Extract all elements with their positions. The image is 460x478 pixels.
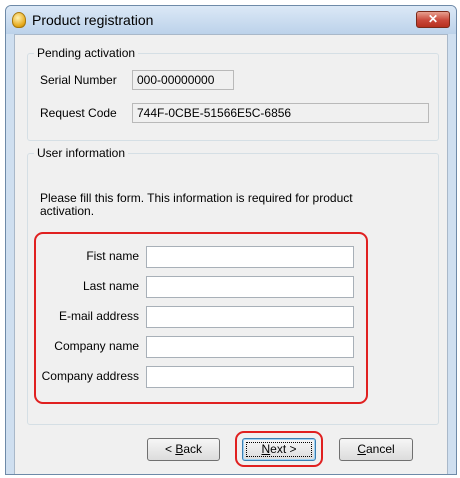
company-name-input[interactable] — [146, 336, 354, 358]
email-label: E-mail address — [58, 309, 139, 323]
next-mnemonic: N — [261, 442, 271, 456]
serial-number-label: Serial Number — [40, 73, 117, 87]
next-rest: ext > — [270, 442, 297, 456]
cancel-rest: ancel — [365, 442, 395, 456]
title-bar[interactable]: Product registration ✕ — [6, 6, 456, 34]
first-name-label: Fist name — [86, 249, 139, 263]
serial-number-value: 000-00000000 — [132, 70, 234, 90]
company-address-label: Company address — [41, 369, 139, 383]
first-name-input[interactable] — [146, 246, 354, 268]
back-rest: ack — [183, 442, 203, 456]
product-registration-window: Product registration ✕ Pending activatio… — [5, 5, 457, 475]
last-name-label: Last name — [82, 279, 139, 293]
user-information-group: User information Please fill this form. … — [27, 146, 439, 425]
back-button[interactable]: < Back — [147, 438, 220, 461]
close-button[interactable]: ✕ — [416, 11, 450, 28]
instructions-text: Please fill this form. This information … — [40, 191, 353, 218]
app-icon — [12, 12, 26, 28]
user-information-legend: User information — [34, 146, 129, 160]
company-address-input[interactable] — [146, 366, 354, 388]
cancel-mnemonic: C — [357, 442, 366, 456]
next-button[interactable]: Next > — [242, 438, 316, 461]
pending-activation-legend: Pending activation — [34, 46, 139, 60]
last-name-input[interactable] — [146, 276, 354, 298]
company-name-label: Company name — [54, 339, 139, 353]
request-code-value: 744F-0CBE-51566E5C-6856 — [132, 103, 429, 123]
cancel-button[interactable]: Cancel — [339, 438, 413, 461]
email-input[interactable] — [146, 306, 354, 328]
request-code-label: Request Code — [40, 106, 117, 120]
window-title: Product registration — [32, 12, 154, 28]
back-prefix: < — [164, 442, 176, 456]
pending-activation-group: Pending activation Serial Number 000-000… — [27, 46, 439, 141]
dialog-client-area: Pending activation Serial Number 000-000… — [14, 34, 448, 474]
